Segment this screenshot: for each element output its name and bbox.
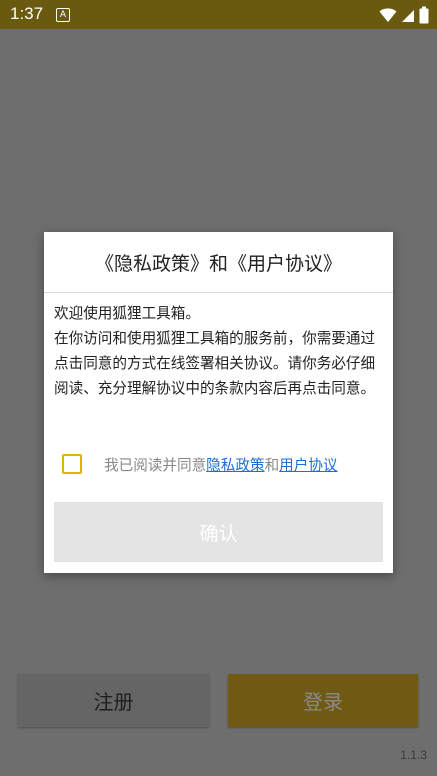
battery-icon (419, 6, 429, 24)
privacy-dialog: 《隐私政策》和《用户协议》 欢迎使用狐狸工具箱。 在你访问和使用狐狸工具箱的服务… (44, 232, 393, 573)
dialog-paragraph-welcome: 欢迎使用狐狸工具箱。 (54, 305, 200, 322)
agree-row: 我已阅读并同意隐私政策和用户协议 (62, 452, 382, 476)
status-bar: 1:37 A (0, 0, 437, 29)
notification-icon: A (56, 8, 70, 22)
agree-prefix: 我已阅读并同意 (104, 456, 207, 474)
wifi-icon (379, 8, 397, 22)
register-button[interactable]: 注册 (18, 674, 209, 727)
dialog-title: 《隐私政策》和《用户协议》 (94, 252, 342, 275)
status-time: 1:37 (10, 4, 44, 23)
dialog-body: 欢迎使用狐狸工具箱。 在你访问和使用狐狸工具箱的服务前，你需要通过点击同意的方式… (54, 301, 384, 401)
agree-and: 和 (264, 456, 280, 474)
user-agreement-link[interactable]: 用户协议 (279, 457, 337, 474)
agree-checkbox[interactable] (62, 454, 82, 474)
agree-text: 我已阅读并同意隐私政策和用户协议 (104, 454, 338, 475)
login-button[interactable]: 登录 (228, 674, 418, 727)
version-label: 1.1.3 (400, 748, 427, 762)
privacy-policy-link[interactable]: 隐私政策 (206, 457, 264, 474)
signal-icon (402, 10, 414, 22)
dialog-paragraph-terms: 在你访问和使用狐狸工具箱的服务前，你需要通过点击同意的方式在线签署相关协议。请你… (54, 330, 376, 397)
dialog-divider (44, 292, 393, 293)
confirm-button[interactable]: 确认 (54, 502, 383, 562)
status-icons (379, 6, 429, 24)
